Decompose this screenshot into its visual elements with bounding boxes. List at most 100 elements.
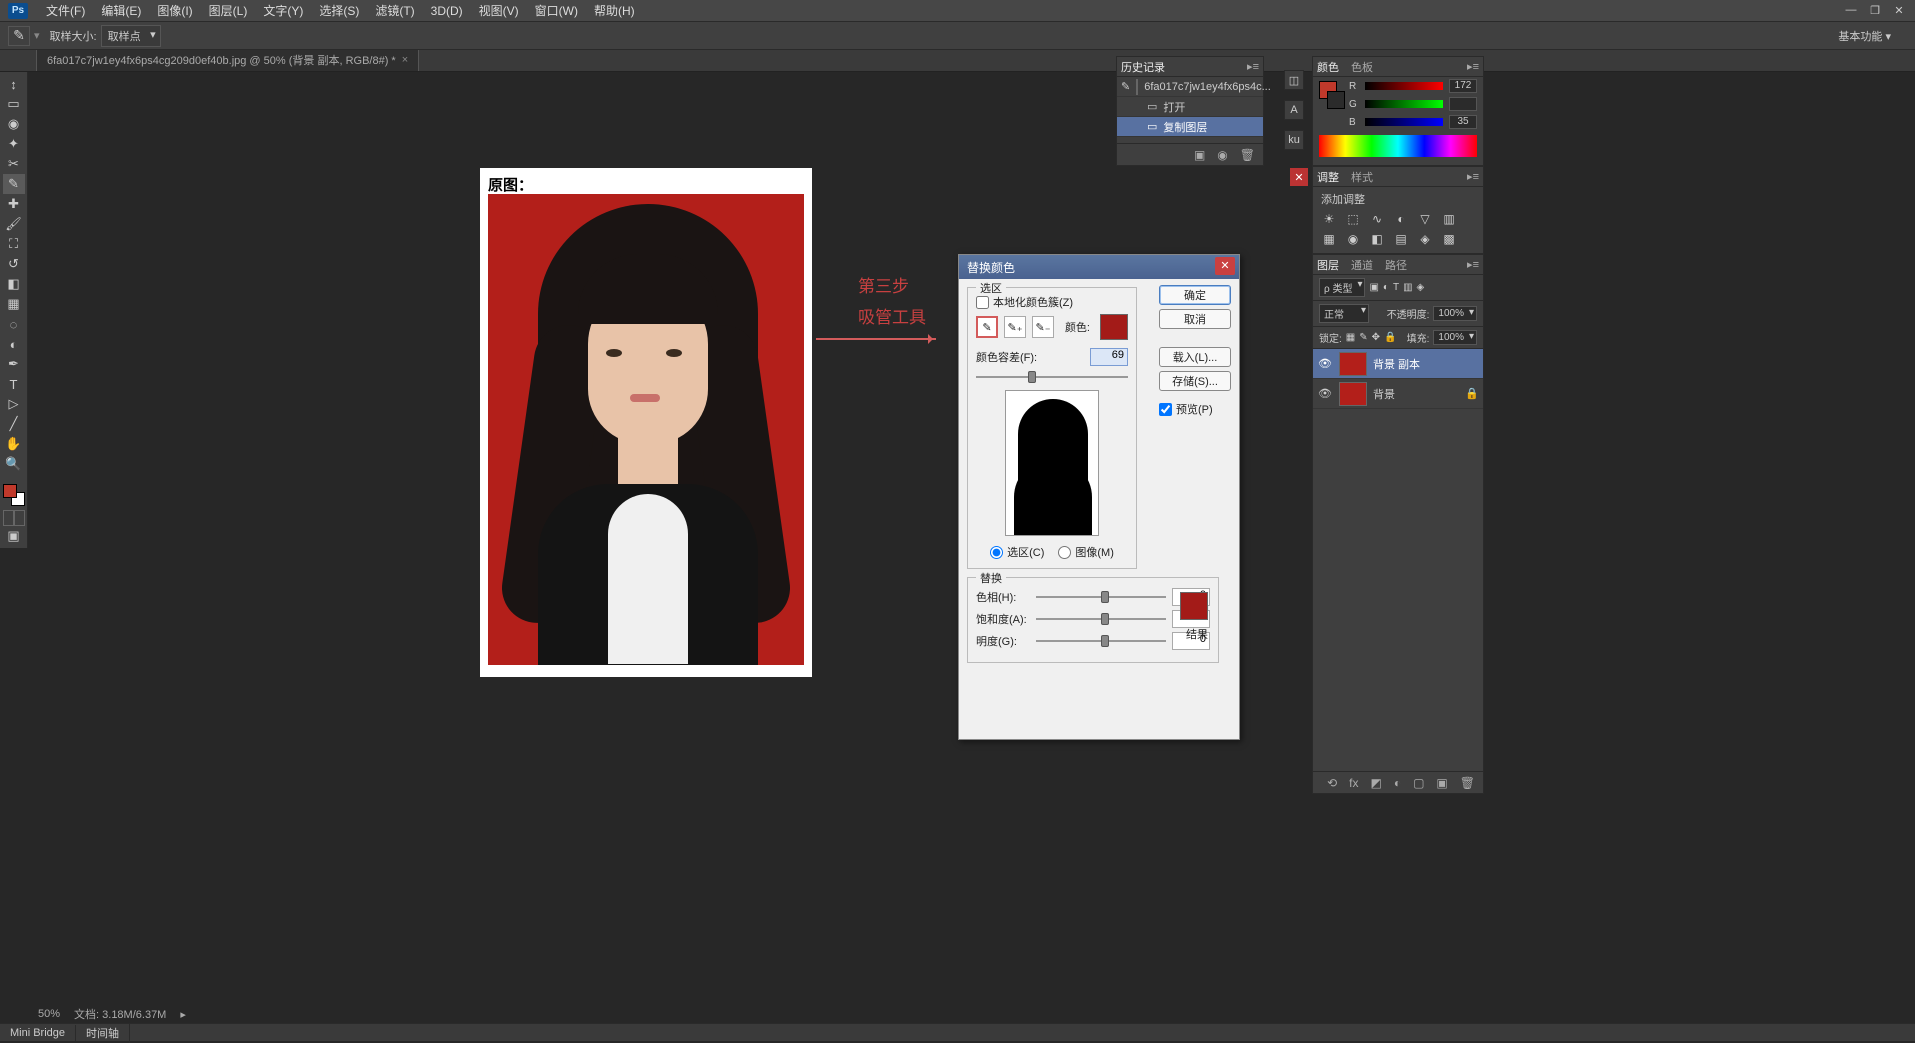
menu-help[interactable]: 帮助(H) [586,0,643,22]
color-tab[interactable]: 颜色 [1317,59,1339,75]
sample-size-dropdown[interactable]: 取样点 [101,25,161,47]
strip-icon-histogram[interactable]: ◫ [1284,70,1304,90]
trash-icon[interactable]: 🗑 [1460,776,1475,790]
filter-icon[interactable]: ▣ [1369,282,1378,293]
crop-tool-icon[interactable]: ✂ [3,154,25,174]
lock-trans-icon[interactable]: ▦ [1346,332,1355,343]
history-item[interactable]: ▭打开 [1117,97,1263,117]
strip-icon-kuler[interactable]: ku [1284,130,1304,150]
marquee-tool-icon[interactable]: ▭ [3,94,25,114]
preview-checkbox-input[interactable] [1159,403,1172,416]
menu-3d[interactable]: 3D(D) [423,1,471,21]
localized-checkbox[interactable]: 本地化颜色簇(Z) [976,294,1128,310]
load-button[interactable]: 载入(L)... [1159,347,1231,367]
menu-filter[interactable]: 滤镜(T) [367,0,422,22]
trash-icon[interactable]: 🗑 [1240,148,1255,162]
eraser-tool-icon[interactable]: ◧ [3,274,25,294]
radio-selection[interactable]: 选区(C) [990,544,1044,560]
panel-menu-icon[interactable]: ▸≡ [1467,258,1479,271]
fx-icon[interactable]: fx [1349,776,1358,790]
filter-icon[interactable]: ◐ [1383,282,1389,293]
quick-mask-toggle[interactable] [3,510,25,526]
path-select-tool-icon[interactable]: ▷ [3,394,25,414]
close-icon[interactable]: ✕ [1887,0,1911,20]
menu-edit[interactable]: 编辑(E) [93,0,149,22]
lightness-slider[interactable] [1036,634,1166,648]
visibility-icon[interactable]: 👁 [1317,387,1333,400]
r-value[interactable]: 172 [1449,79,1477,93]
eyedropper-add-icon[interactable]: ✎₊ [1004,316,1026,338]
color-lookup-icon[interactable]: ▤ [1393,231,1409,247]
color-picker[interactable] [3,484,25,506]
levels-icon[interactable]: ⬚ [1345,211,1361,227]
layer-filter-dropdown[interactable]: ρ 类型 [1319,278,1365,297]
eyedropper-subtract-icon[interactable]: ✎₋ [1032,316,1054,338]
ok-button[interactable]: 确定 [1159,285,1231,305]
filter-icon[interactable]: T [1393,282,1399,293]
vibrance-icon[interactable]: ▽ [1417,211,1433,227]
new-doc-icon[interactable]: ▣ [1194,148,1205,162]
bw-icon[interactable]: ▦ [1321,231,1337,247]
lock-pos-icon[interactable]: ✥ [1372,332,1380,343]
save-button[interactable]: 存储(S)... [1159,371,1231,391]
timeline-tab[interactable]: 时间轴 [76,1023,130,1043]
visibility-icon[interactable]: 👁 [1317,357,1333,370]
layer-thumbnail[interactable] [1339,382,1367,406]
gradient-tool-icon[interactable]: ▦ [3,294,25,314]
type-tool-icon[interactable]: T [3,374,25,394]
cancel-button[interactable]: 取消 [1159,309,1231,329]
eyedropper-tool-icon[interactable]: ✎ [8,26,30,46]
preview-checkbox[interactable]: 预览(P) [1159,401,1231,417]
brightness-icon[interactable]: ☀ [1321,211,1337,227]
history-brush-tool-icon[interactable]: ↺ [3,254,25,274]
group-icon[interactable]: ▢ [1413,776,1424,790]
swatches-tab[interactable]: 色板 [1351,59,1373,75]
zoom-tool-icon[interactable]: 🔍 [3,454,25,474]
stamp-tool-icon[interactable]: ⛶ [3,234,25,254]
channels-tab[interactable]: 通道 [1351,257,1373,273]
layer-name[interactable]: 背景 副本 [1373,356,1420,372]
adjustment-layer-icon[interactable]: ◐ [1394,776,1401,790]
invert-icon[interactable]: ◈ [1417,231,1433,247]
lock-paint-icon[interactable]: ✎ [1359,332,1367,343]
fuzziness-input[interactable]: 69 [1090,348,1128,366]
zoom-value[interactable]: 50% [38,1008,60,1020]
g-slider[interactable] [1365,100,1443,108]
saturation-slider[interactable] [1036,612,1166,626]
dodge-tool-icon[interactable]: ◐ [3,334,25,354]
localized-checkbox-input[interactable] [976,296,989,309]
layer-thumbnail[interactable] [1339,352,1367,376]
radio-image[interactable]: 图像(M) [1058,544,1114,560]
layer-name[interactable]: 背景 [1373,386,1395,402]
layer-row[interactable]: 👁 背景 副本 [1313,349,1483,379]
menu-window[interactable]: 窗口(W) [527,0,586,22]
color-spectrum[interactable] [1319,135,1477,157]
history-tab[interactable]: 历史记录 [1121,59,1165,75]
hand-tool-icon[interactable]: ✋ [3,434,25,454]
shape-tool-icon[interactable]: ╱ [3,414,25,434]
curves-icon[interactable]: ∿ [1369,211,1385,227]
status-arrow-icon[interactable]: ▸ [180,1008,186,1021]
layer-row[interactable]: 👁 背景 🔒 [1313,379,1483,409]
filter-icon[interactable]: ◈ [1417,282,1425,293]
fill-input[interactable]: 100% [1433,330,1477,345]
fuzziness-slider[interactable] [976,370,1128,384]
mask-icon[interactable]: ◩ [1370,776,1381,790]
minimize-icon[interactable]: — [1839,0,1863,20]
photo-filter-icon[interactable]: ◉ [1345,231,1361,247]
hue-slider[interactable] [1036,590,1166,604]
healing-tool-icon[interactable]: ✚ [3,194,25,214]
filter-icon[interactable]: ▥ [1403,282,1412,293]
menu-image[interactable]: 图像(I) [149,0,200,22]
layers-tab[interactable]: 图层 [1317,257,1339,273]
menu-select[interactable]: 选择(S) [311,0,367,22]
mini-bridge-tab[interactable]: Mini Bridge [0,1025,76,1041]
link-icon[interactable]: ⟲ [1327,776,1337,790]
screen-mode-icon[interactable]: ▣ [3,526,25,546]
doc-info[interactable]: 文档: 3.18M/6.37M [74,1006,166,1022]
workspace-label[interactable]: 基本功能 ▾ [1838,28,1891,44]
r-slider[interactable] [1365,82,1443,90]
brush-tool-icon[interactable]: 🖌 [3,214,25,234]
dialog-titlebar[interactable]: 替换颜色 ✕ [959,255,1239,279]
strip-icon-char[interactable]: A [1284,100,1304,120]
